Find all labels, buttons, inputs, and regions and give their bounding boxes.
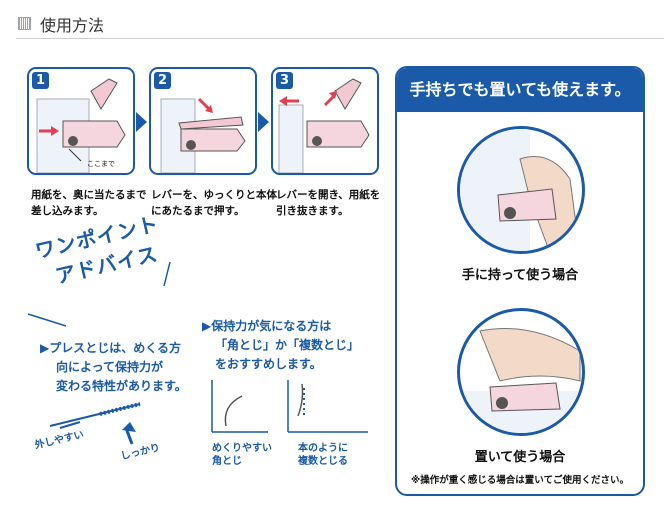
- step-2-caption: レバーを、ゆっくりと本体 にあたるまで押す。: [151, 187, 277, 219]
- step-3-caption-line2: 引き抜きます。: [276, 205, 349, 217]
- tip2-label-b-line1: 本のように: [298, 443, 348, 454]
- section-marker-icon: [18, 17, 31, 30]
- tip2-label-a-line1: めくりやすい: [212, 443, 272, 454]
- section-title: 使用方法: [40, 16, 105, 35]
- label-handheld: 手に持って使う場合: [461, 268, 579, 283]
- step-arrow-icon: [258, 112, 269, 132]
- tip1-line3: 変わる特性があります。: [56, 379, 187, 393]
- stapler-press-icon: [160, 97, 246, 173]
- tip2-diagram: [211, 380, 368, 433]
- tip1-line2: 向によって保持力が: [56, 360, 164, 374]
- step-3-caption: レバーを開き、用紙を 引き抜きます。: [276, 187, 380, 219]
- step-arrow-icon: [136, 112, 147, 132]
- step-2-caption-line2: にあたるまで押す。: [151, 205, 245, 217]
- tip2-label-b: 本のように 複数とじる: [298, 442, 348, 468]
- tip2-line3: をおすすめします。: [215, 357, 322, 371]
- hand-holding-stapler-icon: [460, 129, 579, 251]
- tip2-label-b-line2: 複数とじる: [298, 456, 348, 467]
- advice-deco-lines: [27, 261, 171, 327]
- step-1-illustration: 1 ここまで: [27, 67, 135, 175]
- tip2-line1: ▶保持力が気になる方は: [202, 319, 332, 333]
- tip2-label-a: めくりやすい 角とじ: [212, 442, 272, 468]
- usage-panel: 手持ちでも置いても使えます。 手に持って使う場合 置いて使う場合 ※操作が重く感…: [395, 66, 645, 496]
- label-placed: 置いて使う場合: [474, 450, 566, 465]
- tip2-label-a-line2: 角とじ: [212, 456, 242, 467]
- step-3-illustration: 3: [271, 67, 379, 175]
- stapler-release-icon: [278, 78, 370, 173]
- step-1-caption-line1: 用紙を、奥に当たるまで: [31, 189, 147, 201]
- section-header: 使用方法: [16, 8, 664, 39]
- step-2-illustration: 2: [149, 67, 257, 175]
- placed-illustration: [457, 308, 585, 436]
- step-1-inner-label: ここまで: [87, 160, 115, 168]
- stapler-insert-icon: [36, 78, 126, 173]
- handheld-illustration: [457, 126, 585, 254]
- step-3-caption-line1: レバーを開き、用紙を: [276, 189, 381, 201]
- tip1-line1: ▶プレスとじは、めくる方: [40, 341, 181, 355]
- panel-title: 手持ちでも置いても使えます。: [397, 68, 643, 112]
- step-2-caption-line1: レバーを、ゆっくりと本体: [151, 189, 277, 201]
- hand-pressing-stapler-icon: [460, 328, 582, 433]
- tip2-line2: 「角とじ」か「複数とじ」: [215, 338, 360, 352]
- usage-note: ※操作が重く感じる場合は置いてご使用ください。: [411, 475, 629, 486]
